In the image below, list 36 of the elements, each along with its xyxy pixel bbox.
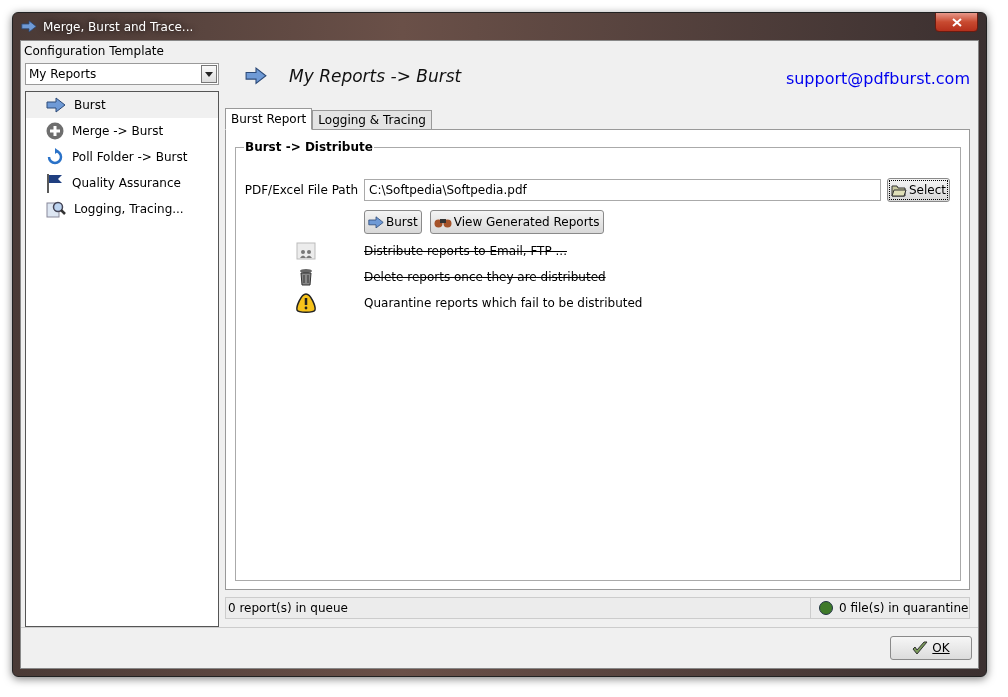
path-field[interactable]: C:\Softpedia\Softpedia.pdf	[364, 179, 881, 201]
trash-icon	[299, 268, 313, 286]
distribution-option[interactable]: Delete reports once they are distributed	[364, 270, 606, 284]
window-arrow-icon	[21, 20, 37, 33]
folder-icon	[890, 183, 907, 197]
page-title: My Reports -> Burst	[289, 66, 463, 86]
window-title: Merge, Burst and Trace...	[43, 19, 194, 34]
refresh-icon	[46, 148, 64, 166]
tab[interactable]: Logging & Tracing	[312, 110, 432, 130]
quarantine-status: 0 file(s) in quarantine	[839, 601, 969, 615]
action-button[interactable]: View Generated Reports	[429, 210, 604, 234]
binoculars-icon	[433, 216, 452, 228]
select-button[interactable]: Select	[886, 178, 950, 202]
close-icon	[951, 17, 962, 27]
ok-button[interactable]: OK	[890, 636, 972, 660]
navigation-item[interactable]: Burst	[26, 92, 218, 118]
arrow-icon	[368, 215, 384, 229]
template-label: Configuration Template	[23, 43, 165, 60]
distribution-option[interactable]: Distribute reports to Email, FTP ...	[364, 244, 567, 258]
close-button[interactable]	[935, 13, 978, 32]
queue-status: 0 report(s) in queue	[226, 598, 811, 618]
support-email-link[interactable]: support@pdfburst.com	[785, 68, 970, 88]
template-value: My Reports	[29, 67, 97, 81]
distribution-option[interactable]: Quarantine reports which fail to be distributed	[364, 296, 643, 310]
action-button[interactable]: Burst	[364, 210, 422, 234]
magnifier-icon	[46, 199, 66, 219]
tab[interactable]: Burst Report	[225, 108, 313, 130]
flag-icon	[46, 173, 64, 193]
header-arrow-icon	[245, 67, 267, 85]
warning-icon	[295, 293, 317, 313]
people-folder-icon	[296, 242, 316, 260]
plus-circle-icon	[46, 122, 64, 140]
group-title: Burst -> Distribute	[244, 140, 374, 154]
template-dropdown[interactable]: My Reports	[25, 63, 219, 85]
path-label: PDF/Excel File Path	[243, 183, 358, 197]
arrow-icon	[46, 97, 66, 113]
